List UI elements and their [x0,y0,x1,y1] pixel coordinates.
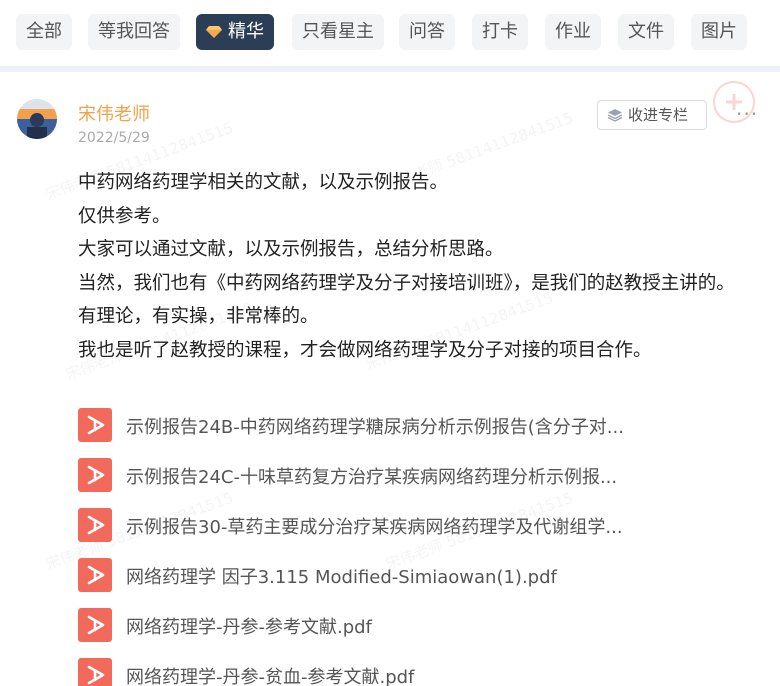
add-to-column-button[interactable]: 收进专栏 [597,100,707,130]
attachment-name: 网络药理学-丹参-参考文献.pdf [126,617,372,638]
attachment-name: 示例报告24C-十味草药复方治疗某疾病网络药理分析示例报... [126,467,618,488]
attachment-name: 网络药理学-丹参-贫血-参考文献.pdf [126,667,415,686]
post-paragraph: 仅供参考。 [78,205,171,227]
filter-chip-owner-only[interactable]: 只看星主 [292,14,384,50]
post-paragraph: 有理论，有实操，非常棒的。 [78,306,319,327]
filter-chip-qa[interactable]: 问答 [399,14,455,50]
pdf-icon [78,658,112,686]
filter-chip-awaiting-answer[interactable]: 等我回答 [88,14,180,50]
filter-chip-homework[interactable]: 作业 [545,14,601,50]
attachment-item[interactable]: 网络药理学-丹参-贫血-参考文献.pdf [78,652,758,686]
filter-chip-files[interactable]: 文件 [618,14,674,50]
filter-chip-checkin[interactable]: 打卡 [472,14,528,50]
post-date: 2022/5/29 [78,130,150,146]
avatar-image [17,99,57,139]
post-paragraph: 当然，我们也有《中药网络药理学及分子对接培训班》，是我们的赵教授主讲的。 [78,272,735,294]
post-paragraph: 中药网络药理学相关的文献，以及示例报告。 [78,172,449,193]
author-name[interactable]: 宋伟老师 [78,100,150,126]
post-paragraph: 我也是听了赵教授的课程，才会做网络药理学及分子对接的项目合作。 [78,339,652,361]
avatar[interactable] [17,99,57,139]
post-paragraph: 大家可以通过文献，以及示例报告，总结分析思路。 [78,239,504,260]
attachment-name: 网络药理学 因子3.115 Modified-Simiaowan(1).pdf [126,567,557,588]
post-body: 中药网络药理学相关的文献，以及示例报告。 仅供参考。 大家可以通过文献，以及示例… [78,166,758,367]
add-to-column-label: 收进专栏 [628,106,689,124]
pdf-icon [78,608,112,642]
post-card: 宋伟老师 2022/5/29 收进专栏 ··· 中药网络药理学相关的文献，以及示… [0,72,780,686]
filter-bar: 全部 等我回答 精华 只看星主 问答 打卡 作业 文件 图片 [0,0,780,66]
filter-chip-images[interactable]: 图片 [691,14,747,50]
attachment-name: 示例报告30-草药主要成分治疗某疾病网络药理学及代谢组学... [126,517,623,538]
more-options-icon[interactable]: ··· [736,102,758,126]
attachment-list: 示例报告24B-中药网络药理学糖尿病分析示例报告(含分子对... 示例报告24C… [78,402,758,686]
gem-icon [206,26,222,38]
pdf-icon [78,558,112,592]
attachment-item[interactable]: 示例报告24B-中药网络药理学糖尿病分析示例报告(含分子对... [78,402,758,452]
filter-chip-featured[interactable]: 精华 [196,14,274,50]
stack-icon [607,109,623,122]
pdf-icon [78,458,112,492]
pdf-icon [78,408,112,442]
attachment-name: 示例报告24B-中药网络药理学糖尿病分析示例报告(含分子对... [126,417,624,438]
attachment-item[interactable]: 示例报告30-草药主要成分治疗某疾病网络药理学及代谢组学... [78,502,758,552]
filter-chip-all[interactable]: 全部 [16,14,72,50]
attachment-item[interactable]: 网络药理学 因子3.115 Modified-Simiaowan(1).pdf [78,552,758,602]
filter-chip-label: 精华 [228,21,264,42]
pdf-icon [78,508,112,542]
attachment-item[interactable]: 网络药理学-丹参-参考文献.pdf [78,602,758,652]
attachment-item[interactable]: 示例报告24C-十味草药复方治疗某疾病网络药理分析示例报... [78,452,758,502]
